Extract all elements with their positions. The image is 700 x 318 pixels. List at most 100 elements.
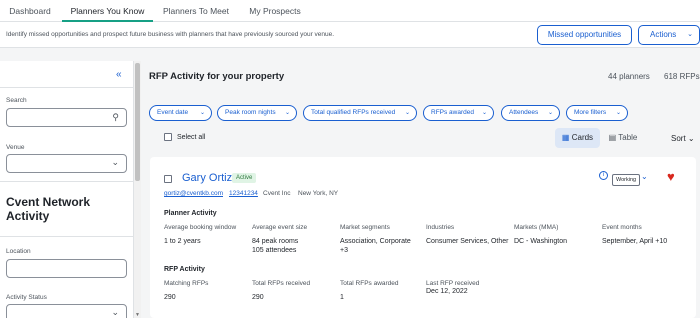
select-all[interactable]: Select all <box>164 133 205 141</box>
actions-button[interactable]: Actions ⌄ <box>638 25 700 45</box>
market-segments-label: Market segments <box>340 224 390 231</box>
chevron-down-icon: ⌄ <box>284 110 290 116</box>
chevron-down-icon: ⌄ <box>615 110 621 116</box>
heart-icon[interactable]: ♥ <box>667 169 675 184</box>
booking-window-label: Average booking window <box>164 224 237 231</box>
location-input[interactable] <box>6 259 127 278</box>
cards-view-button[interactable]: ▦ Cards <box>555 128 600 148</box>
event-months-value: September, April +10 <box>602 238 668 245</box>
top-nav: Dashboard Planners You Know Planners To … <box>0 0 700 22</box>
chevron-down-icon: ⌄ <box>687 31 693 38</box>
filter-label: Event date <box>157 109 189 116</box>
filter-rfps-awarded[interactable]: RFPs awarded ⌄ <box>423 105 494 121</box>
chevron-down-icon: ⌄ <box>481 110 487 116</box>
planners-count: 44 planners <box>608 72 650 81</box>
filter-label: More filters <box>574 109 607 116</box>
planner-card: Gary Ortiz Active gortiz@cventkb.com 123… <box>150 157 696 318</box>
search-input[interactable]: ⚲ <box>6 108 127 127</box>
event-size-attendees: 105 attendees <box>252 247 297 254</box>
total-rfps-received-value: 290 <box>252 294 264 301</box>
location-label: Location <box>6 248 31 255</box>
chevron-down-icon: ⌄ <box>199 110 205 116</box>
page-description: Identify missed opportunities and prospe… <box>6 31 335 38</box>
filter-more-filters[interactable]: More filters ⌄ <box>566 105 628 121</box>
filter-label: Total qualified RFPs received <box>311 109 396 116</box>
sort-label: Sort <box>671 134 686 143</box>
filter-peak-room-nights[interactable]: Peak room nights ⌄ <box>217 105 297 121</box>
scroll-down-arrow-icon[interactable]: ▼ <box>135 312 140 318</box>
tab-planners-you-know[interactable]: Planners You Know <box>62 0 153 22</box>
chevron-down-icon: ⌄ <box>404 110 410 116</box>
divider <box>0 236 134 237</box>
filter-label: Peak room nights <box>225 109 276 116</box>
search-label: Search <box>6 97 27 104</box>
view-toggle: ▦ Cards ▤ Table <box>555 128 645 148</box>
event-months-label: Event months <box>602 224 642 231</box>
booking-window-value: 1 to 2 years <box>164 238 201 245</box>
divider <box>0 181 134 182</box>
matching-rfps-label: Matching RFPs <box>164 280 209 287</box>
tab-my-prospects[interactable]: My Prospects <box>243 0 307 22</box>
total-rfps-awarded-label: Total RFPs awarded <box>340 280 399 287</box>
planner-activity-title: Planner Activity <box>164 210 217 217</box>
network-activity-title: Cvent Network Activity <box>6 195 91 223</box>
rfp-activity-title: RFP Activity <box>164 266 205 273</box>
planner-company: Cvent Inc <box>263 190 291 197</box>
last-rfp-label: Last RFP received <box>426 280 480 287</box>
search-icon: ⚲ <box>112 112 119 122</box>
planner-phone[interactable]: 12341234 <box>229 190 258 197</box>
planner-email[interactable]: gortiz@cventkb.com <box>164 190 223 197</box>
filter-event-date[interactable]: Event date ⌄ <box>149 105 212 121</box>
venue-select[interactable]: ⌄ <box>6 154 127 173</box>
markets-label: Markets (MMA) <box>514 224 559 231</box>
matching-rfps-value: 290 <box>164 294 176 301</box>
filter-label: RFPs awarded <box>431 109 474 116</box>
page-subheader: Identify missed opportunities and prospe… <box>0 22 700 48</box>
status-badge: Active <box>232 173 257 183</box>
chevron-down-icon: ⌄ <box>111 307 119 317</box>
planner-location: New York, NY <box>298 190 339 197</box>
chevron-down-icon: ⌄ <box>547 110 553 116</box>
planner-name[interactable]: Gary Ortiz <box>182 172 232 184</box>
table-icon: ▤ <box>608 133 617 142</box>
actions-label: Actions <box>650 30 677 39</box>
status-select[interactable]: Working <box>612 174 641 186</box>
filter-total-qualified-rfps[interactable]: Total qualified RFPs received ⌄ <box>303 105 417 121</box>
filter-attendees[interactable]: Attendees ⌄ <box>501 105 560 121</box>
grid-icon: ▦ <box>561 133 570 142</box>
markets-value: DC - Washington <box>514 238 568 245</box>
missed-opportunities-button[interactable]: Missed opportunities <box>537 25 632 45</box>
cards-view-label: Cards <box>571 133 594 142</box>
divider <box>0 87 134 88</box>
chevron-down-icon: ⌄ <box>687 134 695 143</box>
last-rfp-value: Dec 12, 2022 <box>426 288 468 295</box>
event-size-label: Average event size <box>252 224 308 231</box>
table-view-label: Table <box>618 133 638 142</box>
select-all-checkbox[interactable] <box>164 133 172 141</box>
double-chevron-left-icon[interactable]: « <box>116 69 122 80</box>
sidebar-scrollbar[interactable]: ▼ <box>134 61 141 318</box>
info-icon[interactable]: i <box>599 171 608 180</box>
total-rfps-awarded-value: 1 <box>340 294 344 301</box>
filter-sidebar: « Search ⚲ Venue ⌄ Cvent Network Activit… <box>0 61 134 318</box>
tab-dashboard[interactable]: Dashboard <box>0 0 60 22</box>
chevron-down-icon[interactable]: ⌄ <box>641 172 648 181</box>
select-all-label: Select all <box>177 133 206 141</box>
market-segments-value: Association, Corporate <box>340 238 411 245</box>
card-checkbox[interactable] <box>164 175 172 183</box>
table-view-button[interactable]: ▤ Table <box>602 128 644 148</box>
industries-label: Industries <box>426 224 455 231</box>
venue-label: Venue <box>6 144 25 151</box>
total-rfps-received-label: Total RFPs received <box>252 280 311 287</box>
activity-status-label: Activity Status <box>6 294 47 301</box>
tab-planners-to-meet[interactable]: Planners To Meet <box>157 0 235 22</box>
scrollbar-thumb[interactable] <box>135 63 140 181</box>
page-title: RFP Activity for your property <box>149 71 285 82</box>
chevron-down-icon: ⌄ <box>111 157 119 167</box>
activity-status-select[interactable]: ⌄ <box>6 304 127 318</box>
rfps-count: 618 RFPs <box>664 72 700 81</box>
industries-value: Consumer Services, Other <box>426 238 509 245</box>
sort-button[interactable]: Sort ⌄ <box>671 134 695 143</box>
filter-label: Attendees <box>509 109 539 116</box>
market-segments-more[interactable]: +3 <box>340 246 348 255</box>
